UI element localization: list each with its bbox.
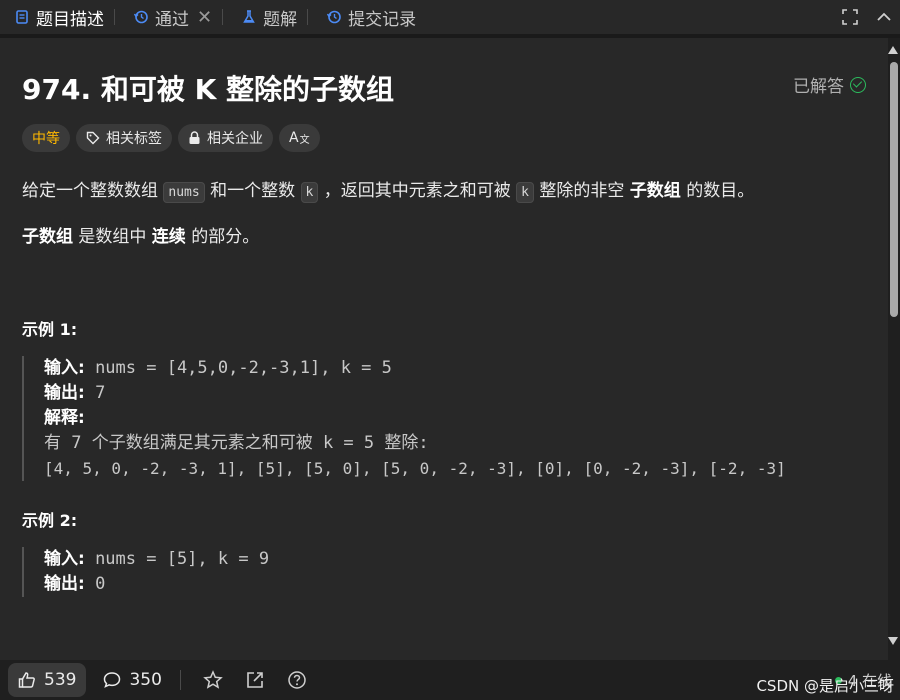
problem-panel: 974. 和可被 K 整除的子数组 已解答 中等 相关标签 相关企业 A 文 给… xyxy=(0,38,888,660)
output-label: 输出: xyxy=(44,574,85,594)
flask-icon xyxy=(243,10,255,23)
output-label: 输出: xyxy=(44,383,85,403)
example-line: 输入: nums = [4,5,0,-2,-3,1], k = 5 xyxy=(44,356,786,381)
tab-divider xyxy=(307,9,309,25)
solved-label: 已解答 xyxy=(793,77,844,97)
thumbs-up-icon xyxy=(18,672,35,688)
tab-submissions[interactable]: 提交记录 xyxy=(312,0,422,34)
share-icon[interactable] xyxy=(245,670,265,690)
lock-icon xyxy=(189,131,200,144)
inline-code: k xyxy=(516,182,534,203)
tab-accepted[interactable]: 通过 ✕ xyxy=(119,0,218,34)
bold-text: 子数组 xyxy=(629,181,681,201)
input-value: nums = [4,5,0,-2,-3,1], k = 5 xyxy=(95,358,392,378)
tab-description[interactable]: 题目描述 xyxy=(0,0,110,34)
related-companies-button[interactable]: 相关企业 xyxy=(178,124,273,152)
related-companies-label: 相关企业 xyxy=(207,131,263,147)
inline-code: k xyxy=(300,182,319,203)
tab-bar: 题目描述 通过 ✕ 题解 提交记录 xyxy=(0,0,900,34)
scroll-thumb[interactable] xyxy=(890,62,898,317)
help-icon[interactable] xyxy=(287,670,307,690)
difficulty-badge[interactable]: 中等 xyxy=(22,124,70,152)
text: 的部分。 xyxy=(191,227,260,247)
output-value: 7 xyxy=(95,383,106,403)
check-circle-icon xyxy=(850,76,866,93)
explain-line: [4, 5, 0, -2, -3, 1], [5], [5, 0], [5, 0… xyxy=(44,459,786,478)
output-value: 0 xyxy=(95,574,106,594)
description-p2: 子数组 是数组中 连续 的部分。 xyxy=(22,222,259,247)
example-line: 输出: 7 xyxy=(44,381,786,406)
input-label: 输入: xyxy=(44,549,85,569)
related-tags-button[interactable]: 相关标签 xyxy=(76,124,172,152)
tag-row: 中等 相关标签 相关企业 A 文 xyxy=(22,124,320,152)
example-line: 解释: xyxy=(44,406,786,431)
inline-code: nums xyxy=(163,182,205,203)
example-1-title: 示例 1: xyxy=(22,320,78,339)
related-tags-label: 相关标签 xyxy=(106,131,162,147)
scroll-down-arrow[interactable] xyxy=(888,637,898,645)
chevron-up-icon[interactable] xyxy=(876,9,892,25)
input-label: 输入: xyxy=(44,358,85,378)
example-2-block: 输入: nums = [5], k = 9 输出: 0 xyxy=(22,547,269,597)
tab-label: 通过 xyxy=(155,9,189,30)
divider xyxy=(179,670,181,690)
bold-text: 连续 xyxy=(151,227,186,247)
example-line: 输入: nums = [5], k = 9 xyxy=(44,547,269,572)
text: 是数组中 xyxy=(78,227,147,247)
translate-icon: A xyxy=(289,130,299,146)
translate-button[interactable]: A 文 xyxy=(279,124,320,152)
text: 整除的非空 xyxy=(539,181,625,201)
bottom-toolbar: 539 350 4 在线 CSDN @是启小三呀 xyxy=(0,660,900,700)
solved-status: 已解答 xyxy=(793,72,866,97)
text: 的数目。 xyxy=(686,181,755,201)
fullscreen-icon[interactable] xyxy=(842,9,858,25)
input-value: nums = [5], k = 9 xyxy=(95,549,270,569)
comments-button[interactable]: 350 xyxy=(103,670,162,690)
document-icon xyxy=(16,10,28,24)
translate-icon-sub: 文 xyxy=(299,134,310,146)
description-p1: 给定一个整数数组 nums 和一个整数 k ，返回其中元素之和可被 k 整除的非… xyxy=(22,176,755,203)
text: ，返回其中元素之和可被 xyxy=(323,181,511,201)
tabbar-actions xyxy=(842,0,892,34)
star-icon[interactable] xyxy=(203,670,223,690)
explain-line: 有 7 个子数组满足其元素之和可被 k = 5 整除: xyxy=(44,433,429,453)
watermark: CSDN @是启小三呀 xyxy=(756,677,894,695)
problem-title: 974. 和可被 K 整除的子数组 xyxy=(22,73,395,106)
example-line: 输出: 0 xyxy=(44,572,269,597)
close-icon[interactable]: ✕ xyxy=(197,7,212,28)
tab-label: 题解 xyxy=(263,9,298,30)
like-button[interactable]: 539 xyxy=(8,663,87,697)
explain-label: 解释: xyxy=(44,408,85,428)
comment-count: 350 xyxy=(129,670,162,690)
tab-label: 题目描述 xyxy=(36,9,104,30)
bold-text: 子数组 xyxy=(22,227,73,247)
comment-icon xyxy=(104,672,121,688)
like-count: 539 xyxy=(44,670,77,690)
text: 和一个整数 xyxy=(210,181,296,201)
tab-solutions[interactable]: 题解 xyxy=(227,0,303,34)
tab-divider xyxy=(114,9,115,25)
example-2-title: 示例 2: xyxy=(22,511,78,530)
tag-icon xyxy=(86,131,100,145)
history-icon xyxy=(133,10,148,24)
history-icon xyxy=(326,10,341,24)
text: 给定一个整数数组 xyxy=(22,181,158,201)
tab-label: 提交记录 xyxy=(348,9,417,30)
scroll-up-arrow[interactable] xyxy=(888,46,898,54)
tab-divider xyxy=(222,9,224,25)
example-1-block: 输入: nums = [4,5,0,-2,-3,1], k = 5 输出: 7 … xyxy=(22,356,786,481)
